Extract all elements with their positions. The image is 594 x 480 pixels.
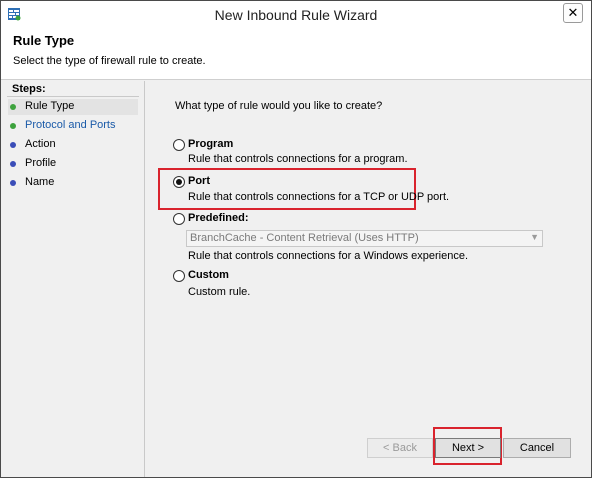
window-title: New Inbound Rule Wizard <box>214 7 378 23</box>
predefined-select: BranchCache - Content Retrieval (Uses HT… <box>186 230 543 247</box>
step-pending-icon <box>10 180 16 186</box>
page-title: Rule Type <box>13 33 75 48</box>
wizard-window: New Inbound Rule Wizard ✕ Rule Type Sele… <box>0 0 592 478</box>
step-complete-icon <box>10 123 16 129</box>
step-pending-icon <box>10 161 16 167</box>
predefined-select-value: BranchCache - Content Retrieval (Uses HT… <box>190 232 419 244</box>
cancel-button[interactable]: Cancel <box>503 438 571 458</box>
steps-sidebar: Steps: Rule Type Protocol and Ports Acti… <box>1 81 145 477</box>
close-icon[interactable]: ✕ <box>563 3 583 23</box>
step-action: Action <box>8 137 138 153</box>
step-profile: Profile <box>8 156 138 172</box>
program-radio[interactable] <box>173 139 185 151</box>
program-description: Rule that controls connections for a pro… <box>188 153 408 165</box>
step-pending-icon <box>10 142 16 148</box>
custom-radio[interactable] <box>173 270 185 282</box>
predefined-label[interactable]: Predefined: <box>188 212 249 224</box>
step-label: Profile <box>25 157 57 169</box>
port-label[interactable]: Port <box>188 175 210 187</box>
next-button[interactable]: Next > <box>435 438 501 458</box>
predefined-radio[interactable] <box>173 213 185 225</box>
port-description: Rule that controls connections for a TCP… <box>188 191 450 203</box>
custom-label[interactable]: Custom <box>188 269 229 281</box>
rule-type-panel: What type of rule would you like to crea… <box>145 81 591 477</box>
rule-type-question: What type of rule would you like to crea… <box>175 100 383 112</box>
step-name: Name <box>8 175 138 191</box>
port-radio[interactable] <box>173 176 185 188</box>
step-complete-icon <box>10 104 16 110</box>
title-bar: New Inbound Rule Wizard ✕ <box>1 1 591 29</box>
page-subtitle: Select the type of firewall rule to crea… <box>13 55 206 67</box>
step-label: Protocol and Ports <box>25 119 116 131</box>
step-label: Action <box>25 138 56 150</box>
steps-title: Steps: <box>12 83 46 95</box>
predefined-description: Rule that controls connections for a Win… <box>188 250 469 262</box>
step-protocol-and-ports[interactable]: Protocol and Ports <box>8 118 138 134</box>
step-label: Rule Type <box>25 100 75 112</box>
custom-description: Custom rule. <box>188 286 251 298</box>
chevron-down-icon: ▼ <box>530 232 539 242</box>
program-label[interactable]: Program <box>188 138 233 150</box>
back-button: < Back <box>367 438 433 458</box>
step-label: Name <box>25 176 55 188</box>
steps-divider <box>7 96 139 97</box>
page-header: Rule Type Select the type of firewall ru… <box>1 29 591 80</box>
step-rule-type[interactable]: Rule Type <box>8 99 138 115</box>
